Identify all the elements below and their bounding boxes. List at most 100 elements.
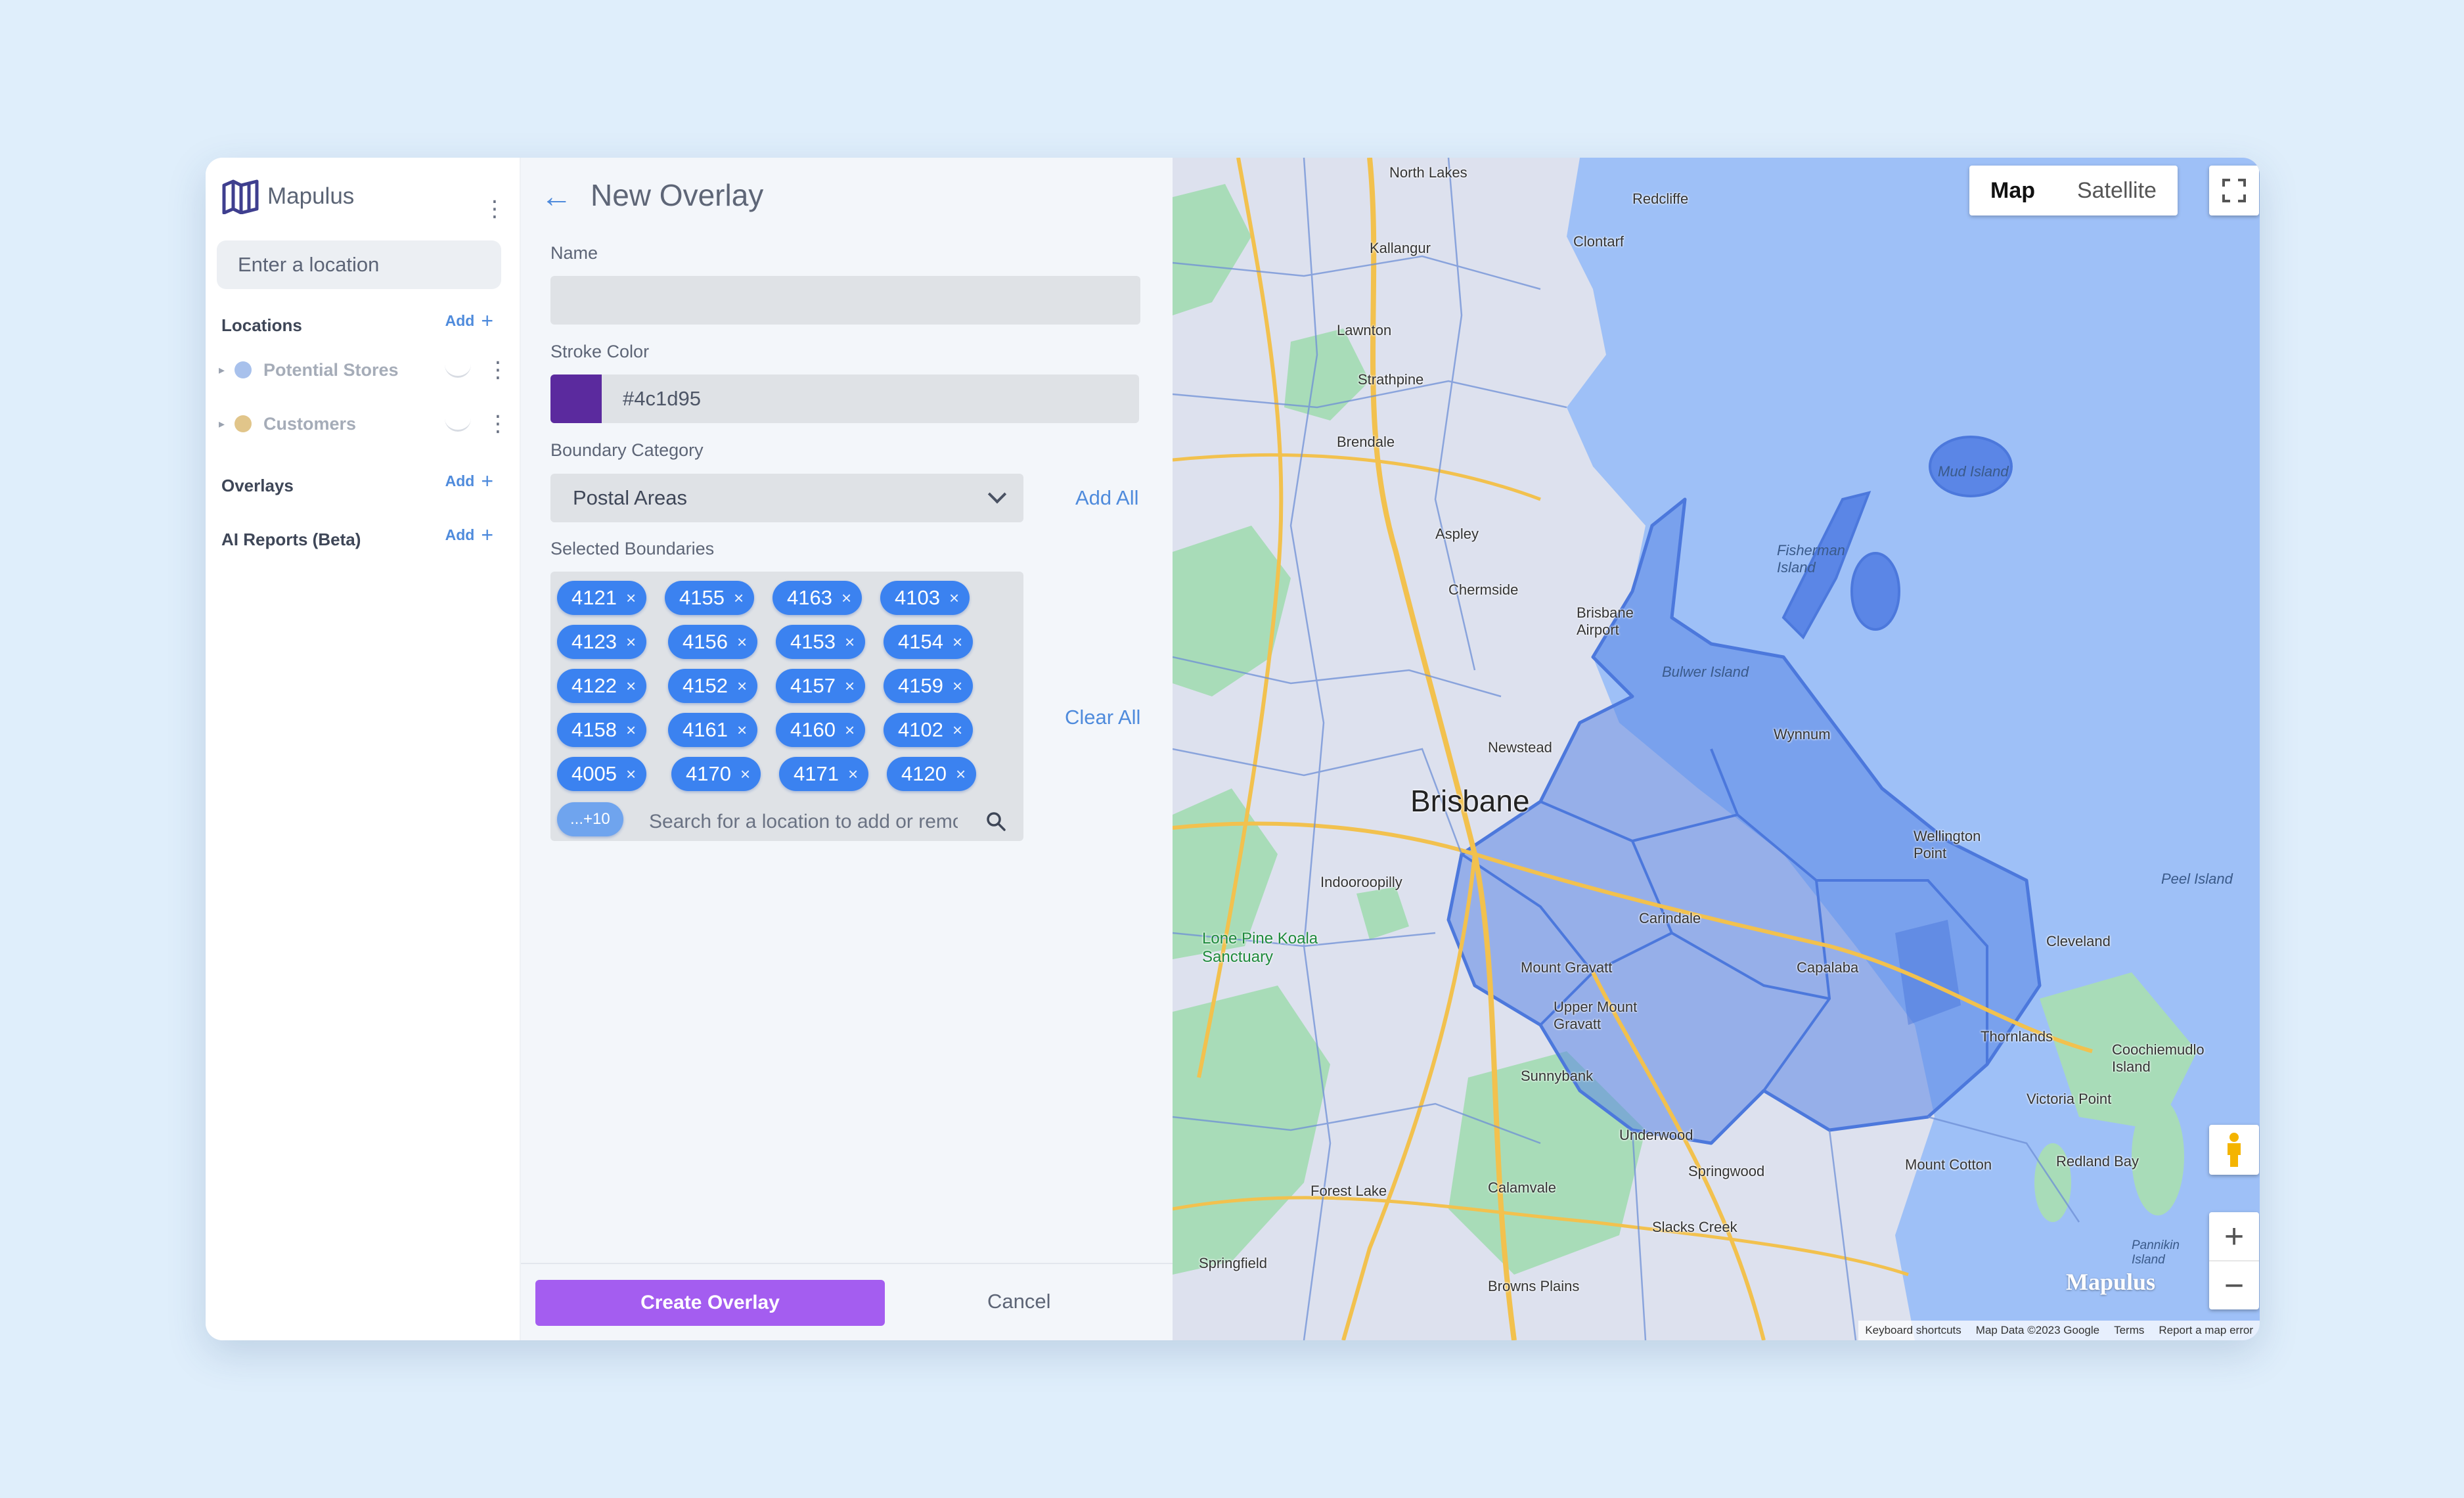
boundary-chip[interactable]: 4161 × [668,713,758,747]
location-search-input[interactable] [236,252,501,277]
boundary-category-select[interactable]: Postal Areas [550,474,1023,522]
remove-chip-icon[interactable]: × [956,764,966,784]
map-view[interactable]: North Lakes Redcliffe Clontarf Kallangur… [1173,158,2260,1340]
stroke-color-field[interactable]: #4c1d95 [550,374,1139,423]
remove-chip-icon[interactable]: × [626,632,636,652]
remove-chip-icon[interactable]: × [626,764,636,784]
boundary-chip[interactable]: 4163 × [773,581,862,615]
map-label: Upper Mount Gravatt [1554,999,1638,1032]
map-label: Cleveland [2046,933,2111,949]
map-label: Sunnybank [1521,1068,1594,1084]
remove-chip-icon[interactable]: × [626,676,636,696]
boundary-chip[interactable]: 4152 × [668,669,758,703]
boundary-chip[interactable]: 4123 × [557,625,647,659]
boundary-chip[interactable]: 4160 × [776,713,866,747]
report-error-link[interactable]: Report a map error [2159,1324,2253,1337]
boundary-search-input[interactable] [648,808,959,836]
add-ai-report-button[interactable]: Add + [445,524,493,545]
boundary-chip[interactable]: 4154 × [884,625,974,659]
overlay-name-input[interactable] [550,276,1140,325]
ai-reports-title: AI Reports (Beta) [221,530,361,549]
sidebar-menu-icon[interactable]: ⋮ [483,196,506,222]
remove-chip-icon[interactable]: × [952,632,962,652]
boundary-chip[interactable]: 4103 × [880,581,970,615]
fullscreen-button[interactable] [2209,166,2259,216]
add-all-button[interactable]: Add All [1075,486,1139,510]
map-label: Springwood [1688,1163,1765,1179]
location-item-menu-icon[interactable]: ⋮ [487,357,509,383]
remove-chip-icon[interactable]: × [848,764,858,784]
remove-chip-icon[interactable]: × [952,720,962,740]
remove-chip-icon[interactable]: × [949,588,959,608]
map-view-button[interactable]: Map [1969,166,2056,216]
fullscreen-icon [2222,179,2246,202]
boundary-chip[interactable]: 4121 × [557,581,647,615]
map-label: Brisbane Airport [1577,604,1634,638]
location-item-customers[interactable]: ▸ Customers ⋮ [219,407,509,440]
clear-all-button[interactable]: Clear All [1065,706,1140,729]
zoom-out-icon[interactable]: − [2209,1261,2259,1309]
add-overlay-button[interactable]: Add + [445,470,493,491]
remove-chip-icon[interactable]: × [845,720,855,740]
boundary-chip[interactable]: 4122 × [557,669,647,703]
remove-chip-icon[interactable]: × [737,632,747,652]
plus-icon: + [481,469,493,493]
boundary-chip[interactable]: 4171 × [779,757,869,791]
boundary-chip[interactable]: 4153 × [776,625,866,659]
zoom-in-icon[interactable]: + [2209,1212,2259,1261]
remove-chip-icon[interactable]: × [737,676,747,696]
street-view-button[interactable] [2209,1125,2259,1175]
map-type-toggle[interactable]: Map Satellite [1969,166,2178,216]
boundary-chip[interactable]: 4159 × [884,669,974,703]
pegman-icon [2228,1133,2241,1167]
brand[interactable]: Mapulus [221,176,354,217]
remove-chip-icon[interactable]: × [841,588,851,608]
chevron-down-icon [987,485,1007,504]
map-label: Aspley [1435,526,1479,542]
layer-color-dot [235,361,252,378]
boundary-chip[interactable]: 4120 × [887,757,977,791]
location-item-label: Customers [263,413,357,434]
map-logo-icon [222,179,259,214]
footer-divider [521,1263,1173,1264]
boundary-chip[interactable]: 4156 × [668,625,758,659]
remove-chip-icon[interactable]: × [734,588,744,608]
expand-caret-icon[interactable]: ▸ [219,417,235,431]
add-location-button[interactable]: Add + [445,310,493,331]
boundary-chip-label: 4120 [901,762,947,785]
back-arrow-icon[interactable]: ← [541,181,572,213]
plus-icon: + [481,309,493,332]
search-icon[interactable] [985,811,1006,832]
remove-chip-icon[interactable]: × [845,632,855,652]
location-item-menu-icon[interactable]: ⋮ [487,411,509,437]
layer-color-dot [235,415,252,432]
map-label: Mud Island [1938,463,2009,480]
stroke-color-value[interactable]: #4c1d95 [602,374,1139,423]
more-chips-button[interactable]: ...+10 [557,802,623,836]
boundary-chip[interactable]: 4155 × [665,581,755,615]
expand-caret-icon[interactable]: ▸ [219,363,235,377]
boundary-chip[interactable]: 4158 × [557,713,647,747]
create-overlay-button[interactable]: Create Overlay [535,1280,885,1326]
keyboard-shortcuts-link[interactable]: Keyboard shortcuts [1865,1324,1961,1337]
location-item-potential-stores[interactable]: ▸ Potential Stores ⋮ [219,353,509,386]
remove-chip-icon[interactable]: × [626,720,636,740]
boundary-chip-label: 4152 [683,674,728,697]
remove-chip-icon[interactable]: × [740,764,750,784]
terms-link[interactable]: Terms [2114,1324,2144,1337]
remove-chip-icon[interactable]: × [626,588,636,608]
boundary-chip[interactable]: 4157 × [776,669,866,703]
color-swatch[interactable] [550,374,602,423]
satellite-view-button[interactable]: Satellite [2056,166,2178,216]
boundary-chip[interactable]: 4102 × [884,713,974,747]
cancel-button[interactable]: Cancel [987,1290,1051,1313]
boundary-chip-label: 4155 [679,586,725,609]
remove-chip-icon[interactable]: × [737,720,747,740]
boundary-chip[interactable]: 4170 × [671,757,761,791]
boundary-chip[interactable]: 4005 × [557,757,647,791]
remove-chip-icon[interactable]: × [952,676,962,696]
remove-chip-icon[interactable]: × [845,676,855,696]
map-label: Underwood [1619,1127,1693,1143]
map-label: Peel Island [2161,871,2233,887]
map-label: Kallangur [1370,240,1431,256]
